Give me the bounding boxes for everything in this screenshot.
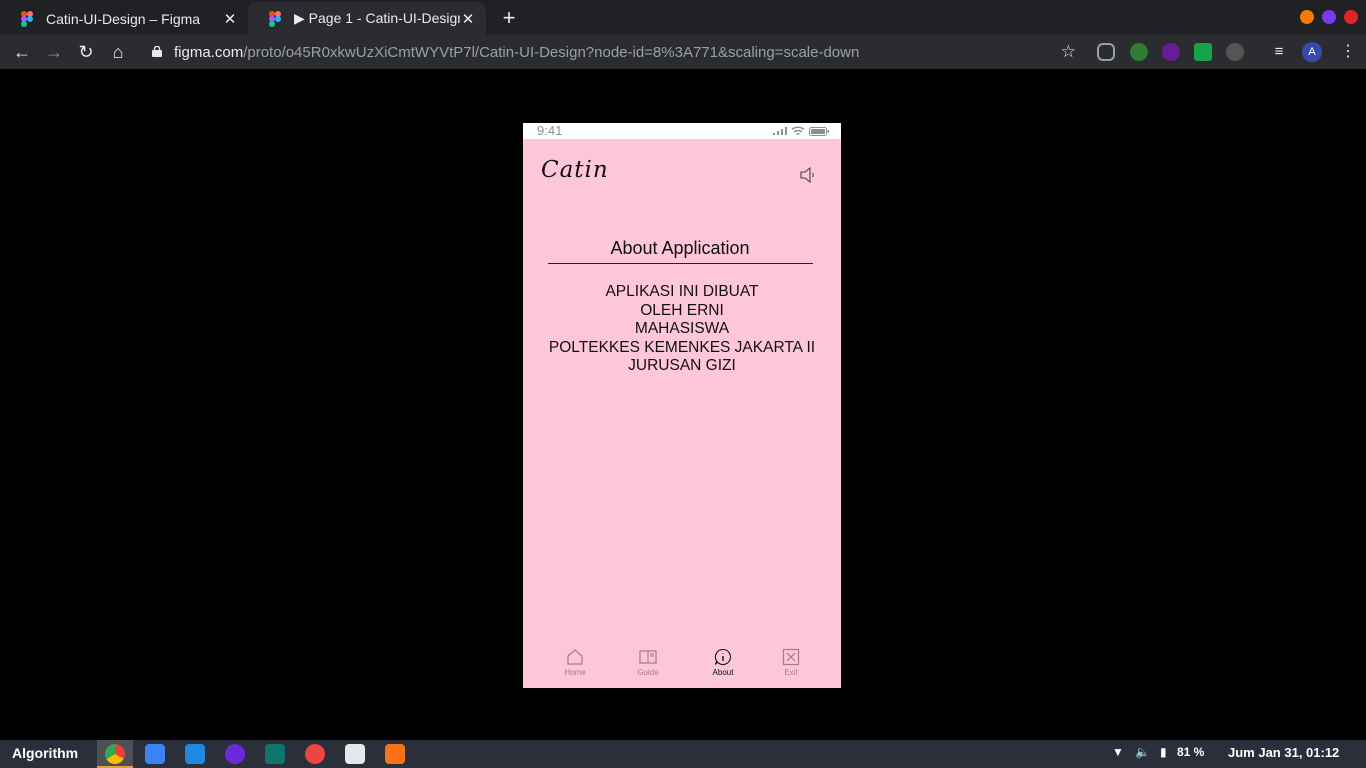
nav-label: Home xyxy=(564,668,586,677)
bottom-navigation: Home Guide About Exit xyxy=(523,645,841,685)
media-queue-icon[interactable]: ≡ xyxy=(1268,41,1290,63)
app-logo: Catin xyxy=(541,157,609,183)
maximize-button[interactable] xyxy=(1322,10,1336,24)
figma-icon xyxy=(269,10,281,27)
about-line: OLEH ERNI xyxy=(640,301,724,319)
vscode-icon[interactable] xyxy=(185,744,205,764)
battery-icon xyxy=(809,126,829,136)
files-icon[interactable] xyxy=(145,744,165,764)
nav-exit[interactable]: Exit xyxy=(766,645,816,677)
tab-prototype[interactable]: ▶ Page 1 - Catin-UI-Design ✕ xyxy=(248,2,486,35)
figma-icon xyxy=(21,10,33,27)
about-line: APLIKASI INI DIBUAT xyxy=(605,283,759,300)
circle-extension-icon[interactable] xyxy=(1162,43,1180,61)
tab-bar: Catin-UI-Design – Figma ✕ ▶ Page 1 - Cat… xyxy=(0,0,1366,35)
close-tab-icon[interactable]: ✕ xyxy=(460,10,476,28)
speaker-icon[interactable] xyxy=(799,166,817,184)
app-icon[interactable] xyxy=(265,744,285,764)
sheets-extension-icon[interactable] xyxy=(1194,43,1212,61)
tab-label: Catin-UI-Design – Figma xyxy=(46,10,201,27)
about-line: POLTEKKES KEMENKES JAKARTA II xyxy=(548,338,816,356)
clock[interactable]: Jum Jan 31, 01:12 xyxy=(1228,745,1339,760)
grammarly-extension-icon[interactable] xyxy=(1130,43,1148,61)
lock-icon xyxy=(152,46,162,57)
new-tab-button[interactable]: + xyxy=(498,5,520,31)
battery-tray-icon[interactable]: ▮ xyxy=(1160,745,1167,759)
window-controls xyxy=(1300,10,1358,24)
page-title: About Application xyxy=(610,238,750,258)
reload-icon[interactable]: ↻ xyxy=(75,41,97,63)
nav-label: About xyxy=(712,668,734,677)
system-taskbar: Algorithm ▼ 🔈 ▮ 81 % Jum Jan 31, 01:12 xyxy=(0,740,1366,768)
wifi-icon xyxy=(791,126,805,135)
home-icon xyxy=(567,649,583,665)
nav-guide[interactable]: Guide xyxy=(623,645,673,677)
close-window-button[interactable] xyxy=(1344,10,1358,24)
book-icon xyxy=(639,650,657,664)
browser-toolbar: ← → ↻ ⌂ figma.com/proto/o45R0xkwUzXiCmtW… xyxy=(0,35,1366,69)
player-icon[interactable] xyxy=(305,744,325,764)
forward-arrow-icon[interactable]: → xyxy=(43,41,65,63)
prototype-frame: 9:41 Catin About Application APLIKASI IN… xyxy=(523,123,841,688)
tab-label: ▶ Page 1 - Catin-UI-Design xyxy=(294,10,460,26)
minimize-button[interactable] xyxy=(1300,10,1314,24)
nav-home[interactable]: Home xyxy=(550,645,600,677)
battery-percent: 81 % xyxy=(1177,745,1205,759)
browser-menu-icon[interactable]: ⋮ xyxy=(1340,41,1356,61)
tab-figma-editor[interactable]: Catin-UI-Design – Figma ✕ xyxy=(0,2,248,35)
bookmark-star-icon[interactable]: ☆ xyxy=(1061,42,1076,62)
exit-icon xyxy=(782,648,800,666)
wifi-tray-icon[interactable]: ▼ xyxy=(1112,745,1124,759)
nav-label: Exit xyxy=(784,668,798,677)
calendar-icon[interactable] xyxy=(345,744,365,764)
about-text: APLIKASI INI DIBUAT OLEH ERNI MAHASISWA … xyxy=(523,283,841,376)
home-icon[interactable]: ⌂ xyxy=(107,41,129,63)
address-bar[interactable]: figma.com/proto/o45R0xkwUzXiCmtWYVtP7l/C… xyxy=(140,38,1088,66)
sublime-icon[interactable] xyxy=(385,744,405,764)
url-text: figma.com/proto/o45R0xkwUzXiCmtWYVtP7l/C… xyxy=(174,44,860,61)
workspace-label: Algorithm xyxy=(12,745,79,761)
nav-label: Guide xyxy=(637,668,659,677)
back-arrow-icon[interactable]: ← xyxy=(11,41,33,63)
github-icon[interactable] xyxy=(225,744,245,764)
about-line: MAHASISWA xyxy=(634,320,730,338)
info-icon xyxy=(714,648,731,666)
volume-tray-icon[interactable]: 🔈 xyxy=(1135,745,1150,759)
chrome-icon[interactable] xyxy=(105,744,125,764)
signal-icon xyxy=(773,127,787,135)
cloud-extension-icon[interactable] xyxy=(1097,43,1115,61)
profile-avatar[interactable]: A xyxy=(1302,42,1322,62)
status-time: 9:41 xyxy=(537,123,563,138)
puzzle-extension-icon[interactable] xyxy=(1226,43,1244,61)
about-line: JURUSAN GIZI xyxy=(628,357,736,375)
nav-about[interactable]: About xyxy=(698,645,748,677)
close-tab-icon[interactable]: ✕ xyxy=(222,10,238,28)
title-divider xyxy=(548,263,813,264)
phone-status-bar: 9:41 xyxy=(523,123,841,139)
